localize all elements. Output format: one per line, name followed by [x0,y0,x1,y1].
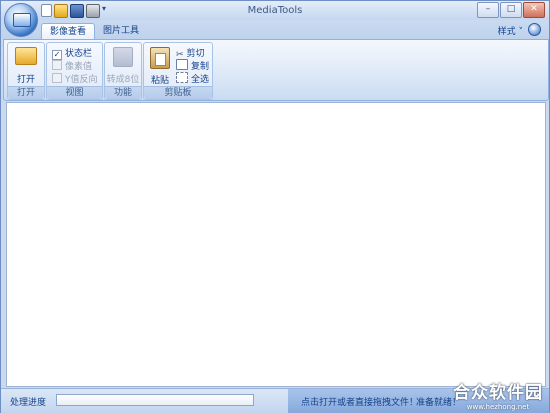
ribbon-tab-bar: 影像查看 图片工具 样式 ˅ [1,20,549,40]
pixel-value-checkbox[interactable]: 像素值 [52,59,92,72]
statusbar-checkbox[interactable]: ✓ 状态栏 [52,46,92,60]
tab-image-tools[interactable]: 图片工具 [95,23,147,39]
status-bar: 处理进度 点击打开或者直接拖拽文件！ 准备就绪！ 合众软件园 www.hezho… [1,383,549,413]
watermark-logo: 合众软件园 [453,383,543,403]
convert-icon [113,47,133,67]
paste-button[interactable]: 粘贴 [147,47,173,86]
paste-label: 粘贴 [150,76,169,86]
application-menu-button[interactable] [4,3,38,37]
group-label-open: 打开 [8,86,44,99]
help-icon[interactable] [528,23,541,36]
style-menu[interactable]: 样式 ˅ [498,24,523,37]
close-button[interactable]: ✕ [523,2,545,18]
select-all-icon [176,72,188,83]
app-window: ▾ MediaTools – □ ✕ 影像查看 图片工具 样式 ˅ 打开 ▾ 打… [0,0,550,413]
minimize-button[interactable]: – [477,2,499,18]
pixel-value-checkbox-label: 像素值 [65,62,93,72]
tab-image-view[interactable]: 影像查看 [41,23,96,40]
window-title: MediaTools [247,5,303,16]
app-logo-icon [13,13,31,27]
group-label-function: 功能 [105,86,141,99]
cut-label: 剪切 [186,49,205,59]
copy-label: 复制 [191,62,210,72]
y-invert-checkbox[interactable]: Y值反向 [52,72,98,85]
watermark: 合众软件园 www.hezhong.net [453,378,543,411]
folder-open-icon [15,47,37,65]
group-view: ✓ 状态栏 像素值 Y值反向 视图 [46,42,103,100]
copy-button[interactable]: 复制 [176,59,209,72]
watermark-url: www.hezhong.net [466,403,530,411]
paste-icon [150,47,170,69]
select-all-button[interactable]: 全选 [176,72,209,85]
group-label-view: 视图 [47,86,102,99]
convert-8bit-label: 转成8位 [106,75,140,85]
scissors-icon: ✂ [176,50,184,60]
window-controls: – □ ✕ [477,2,545,18]
ribbon-panel: 打开 ▾ 打开 ✓状态栏 像素值 Y值反向 视图 转成8位 功能 [3,39,549,101]
group-function: 转成8位 功能 [104,42,142,100]
cut-button[interactable]: ✂ 剪切 [176,46,205,60]
select-all-label: 全选 [191,75,210,85]
group-clipboard: 粘贴 ✂ 剪切 复制 全选 剪贴板 [143,42,213,100]
title-bar: ▾ MediaTools – □ ✕ [1,1,549,20]
status-hint: 点击打开或者直接拖拽文件！ [301,398,419,408]
copy-icon [176,59,188,70]
progress-label: 处理进度 [10,398,47,408]
image-view-area[interactable] [6,102,546,387]
group-label-clipboard: 剪贴板 [144,86,212,99]
progress-bar [56,394,254,406]
y-invert-checkbox-label: Y值反向 [65,75,98,85]
statusbar-checkbox-label: 状态栏 [65,49,93,59]
maximize-button[interactable]: □ [500,2,522,18]
open-button[interactable]: 打开 ▾ [12,47,40,91]
convert-8bit-button[interactable]: 转成8位 [105,47,141,85]
group-open: 打开 ▾ 打开 [7,42,45,100]
